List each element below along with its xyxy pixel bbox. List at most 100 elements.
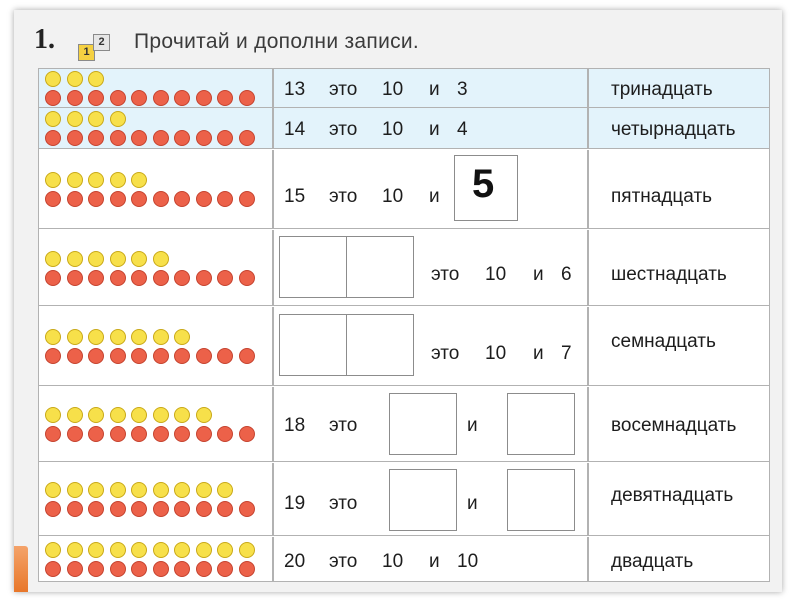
yellow-bead [45, 71, 61, 87]
red-bead [131, 191, 147, 207]
textbook-page: 1. 1 2 Прочитай и дополни записи. 13 это… [14, 10, 782, 592]
word-eto: это [329, 493, 358, 514]
red-bead [217, 130, 233, 146]
yellow-bead [88, 482, 104, 498]
red-bead [174, 191, 190, 207]
yellow-bead [66, 329, 83, 345]
red-bead [217, 90, 233, 106]
red-bead [131, 269, 147, 286]
yellow-bead [66, 111, 83, 127]
red-bead [109, 426, 126, 442]
column-divider [272, 108, 274, 148]
bead-group [45, 108, 271, 148]
yellow-bead [152, 541, 169, 558]
red-bead [109, 348, 126, 364]
bead-group [45, 463, 271, 535]
red-bead [217, 560, 233, 577]
red-bead [195, 130, 212, 146]
yellow-bead [174, 407, 190, 423]
red-bead [109, 560, 126, 577]
yellow-bead [195, 407, 212, 423]
column-divider [587, 463, 589, 535]
red-bead [195, 191, 212, 207]
red-bead [195, 426, 212, 442]
conjunction-i: и [467, 493, 478, 514]
word-eto: это [329, 415, 358, 436]
red-bead [238, 426, 255, 442]
conjunction-i: и [533, 264, 544, 285]
conjunction-i: и [467, 415, 478, 436]
red-bead [66, 560, 83, 577]
red-bead [238, 130, 255, 146]
red-bead [195, 560, 212, 577]
tens-box[interactable] [279, 314, 347, 376]
red-bead [152, 90, 169, 106]
table-row-17: это 10 и 7 семнадцать [39, 307, 769, 386]
red-bead [152, 426, 169, 442]
number-value: 15 [284, 186, 306, 207]
number-value: 13 [284, 79, 306, 100]
yellow-bead [66, 482, 83, 498]
yellow-bead [174, 329, 190, 345]
yellow-bead [217, 541, 233, 558]
number-name: двадцать [611, 551, 694, 572]
conjunction-i: и [533, 343, 544, 364]
task-instruction: Прочитай и дополни записи. [134, 30, 420, 53]
red-bead [217, 501, 233, 517]
yellow-bead [109, 541, 126, 558]
tens-box[interactable] [389, 393, 457, 455]
table-row-18: 18 это и восемнадцать [39, 387, 769, 462]
yellow-bead [88, 71, 104, 87]
conjunction-i: и [429, 119, 440, 140]
yellow-bead [88, 172, 104, 188]
table-row-15: 15 это 10 и 5 пятнадцать [39, 150, 769, 229]
red-bead [88, 130, 104, 146]
red-bead [45, 426, 61, 442]
task-number: 1. [34, 24, 55, 55]
yellow-bead [45, 541, 61, 558]
tens-box[interactable] [389, 469, 457, 531]
units-box[interactable] [507, 469, 575, 531]
red-bead [109, 501, 126, 517]
bead-group [45, 230, 271, 305]
red-bead [109, 130, 126, 146]
tens-value: 10 [382, 119, 404, 140]
number-value: 14 [284, 119, 306, 140]
tens-box[interactable] [279, 236, 347, 298]
units-box[interactable] [346, 314, 414, 376]
yellow-bead [174, 482, 190, 498]
handwritten-answer: 5 [472, 162, 495, 206]
table-row-13: 13 это 10 и 3 тринадцать [39, 69, 769, 108]
conjunction-i: и [429, 551, 440, 572]
table-row-16: это 10 и 6 шестнадцать [39, 230, 769, 306]
column-divider [272, 307, 274, 385]
red-bead [217, 426, 233, 442]
units-value: 10 [457, 551, 479, 572]
red-bead [195, 90, 212, 106]
number-name: шестнадцать [611, 264, 727, 285]
red-bead [238, 560, 255, 577]
red-bead [152, 130, 169, 146]
yellow-bead [217, 482, 233, 498]
yellow-bead [195, 541, 212, 558]
yellow-bead [88, 541, 104, 558]
column-divider [587, 230, 589, 305]
red-bead [131, 90, 147, 106]
yellow-bead [66, 172, 83, 188]
red-bead [152, 269, 169, 286]
units-box[interactable] [346, 236, 414, 298]
yellow-bead [131, 541, 147, 558]
yellow-bead [88, 407, 104, 423]
tens-value: 10 [382, 186, 404, 207]
number-value: 18 [284, 415, 306, 436]
red-bead [109, 191, 126, 207]
red-bead [66, 130, 83, 146]
red-bead [88, 348, 104, 364]
red-bead [66, 269, 83, 286]
bead-group [45, 150, 271, 228]
column-divider [587, 387, 589, 461]
yellow-bead [45, 250, 61, 267]
red-bead [238, 191, 255, 207]
units-box[interactable] [507, 393, 575, 455]
word-eto: это [329, 551, 358, 572]
